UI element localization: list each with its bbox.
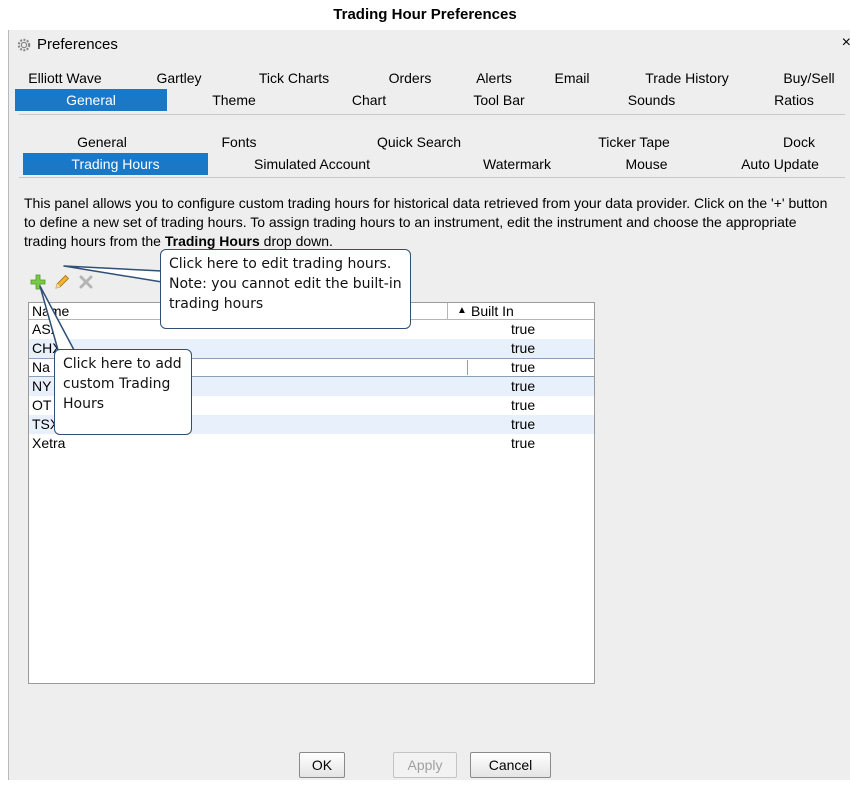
subtab-dock[interactable]: Dock [764,131,834,153]
tab-chart[interactable]: Chart [329,89,409,111]
cancel-button[interactable]: Cancel [470,752,551,778]
table-row[interactable]: Xetra true [29,434,594,453]
edit-callout: Click here to edit trading hours. Note: … [160,249,411,329]
cell-name: Xetra [32,435,66,451]
plus-icon[interactable] [29,273,47,291]
description-text-1: This panel allows you to configure custo… [24,195,828,249]
subtab-auto-update[interactable]: Auto Update [725,153,835,175]
subtab-quick-search[interactable]: Quick Search [364,131,474,153]
ok-button[interactable]: OK [299,752,345,778]
cell-built-in: true [511,321,536,337]
column-header-name[interactable]: Name [32,303,69,319]
window-title: Preferences [37,36,118,53]
column-separator[interactable] [447,303,448,319]
cell-name: Na [32,359,50,375]
sort-ascending-icon: ▲ [457,305,467,316]
tab-elliott-wave[interactable]: Elliott Wave [15,67,115,89]
pencil-icon[interactable] [53,273,71,291]
cell-built-in: true [511,435,536,451]
subtab-general[interactable]: General [47,131,157,153]
subtab-simulated-account[interactable]: Simulated Account [242,153,382,175]
tab-buy-sell[interactable]: Buy/Sell [769,67,849,89]
column-header-built-in[interactable]: Built In [471,303,514,319]
tab-theme[interactable]: Theme [194,89,274,111]
apply-button[interactable]: Apply [393,752,457,778]
add-callout: Click here to add custom Trading Hours [54,349,192,435]
subtab-divider [19,177,845,178]
subtab-fonts[interactable]: Fonts [204,131,274,153]
subtab-ticker-tape[interactable]: Ticker Tape [584,131,684,153]
subtab-trading-hours[interactable]: Trading Hours [23,153,208,175]
cell-built-in: true [511,359,536,375]
title-bar: Preferences × [9,30,850,60]
tab-email[interactable]: Email [537,67,607,89]
tab-sounds[interactable]: Sounds [609,89,694,111]
cell-built-in: true [511,416,536,432]
tab-tool-bar[interactable]: Tool Bar [449,89,549,111]
panel-description: This panel allows you to configure custo… [24,194,839,251]
delete-x-icon[interactable] [77,273,95,291]
cell-name: NY [32,378,52,394]
tab-divider [19,114,845,115]
document-title: Trading Hour Preferences [333,6,517,23]
close-icon[interactable]: × [842,34,850,52]
cell-built-in: true [511,340,536,356]
tab-orders[interactable]: Orders [370,67,450,89]
tab-tick-charts[interactable]: Tick Charts [244,67,344,89]
tab-general[interactable]: General [15,89,167,111]
tab-ratios[interactable]: Ratios [754,89,834,111]
tab-alerts[interactable]: Alerts [459,67,529,89]
subtab-mouse[interactable]: Mouse [609,153,684,175]
description-bold: Trading Hours [164,233,260,249]
tab-gartley[interactable]: Gartley [139,67,219,89]
cell-name: ASX [32,321,61,337]
cell-built-in: true [511,397,536,413]
description-text-2: drop down. [259,233,333,249]
subtab-watermark[interactable]: Watermark [467,153,567,175]
tab-trade-history[interactable]: Trade History [627,67,747,89]
cell-name: OT [32,397,52,413]
gear-icon [17,38,31,52]
cell-built-in: true [511,378,536,394]
cell-focus-divider [467,360,468,375]
